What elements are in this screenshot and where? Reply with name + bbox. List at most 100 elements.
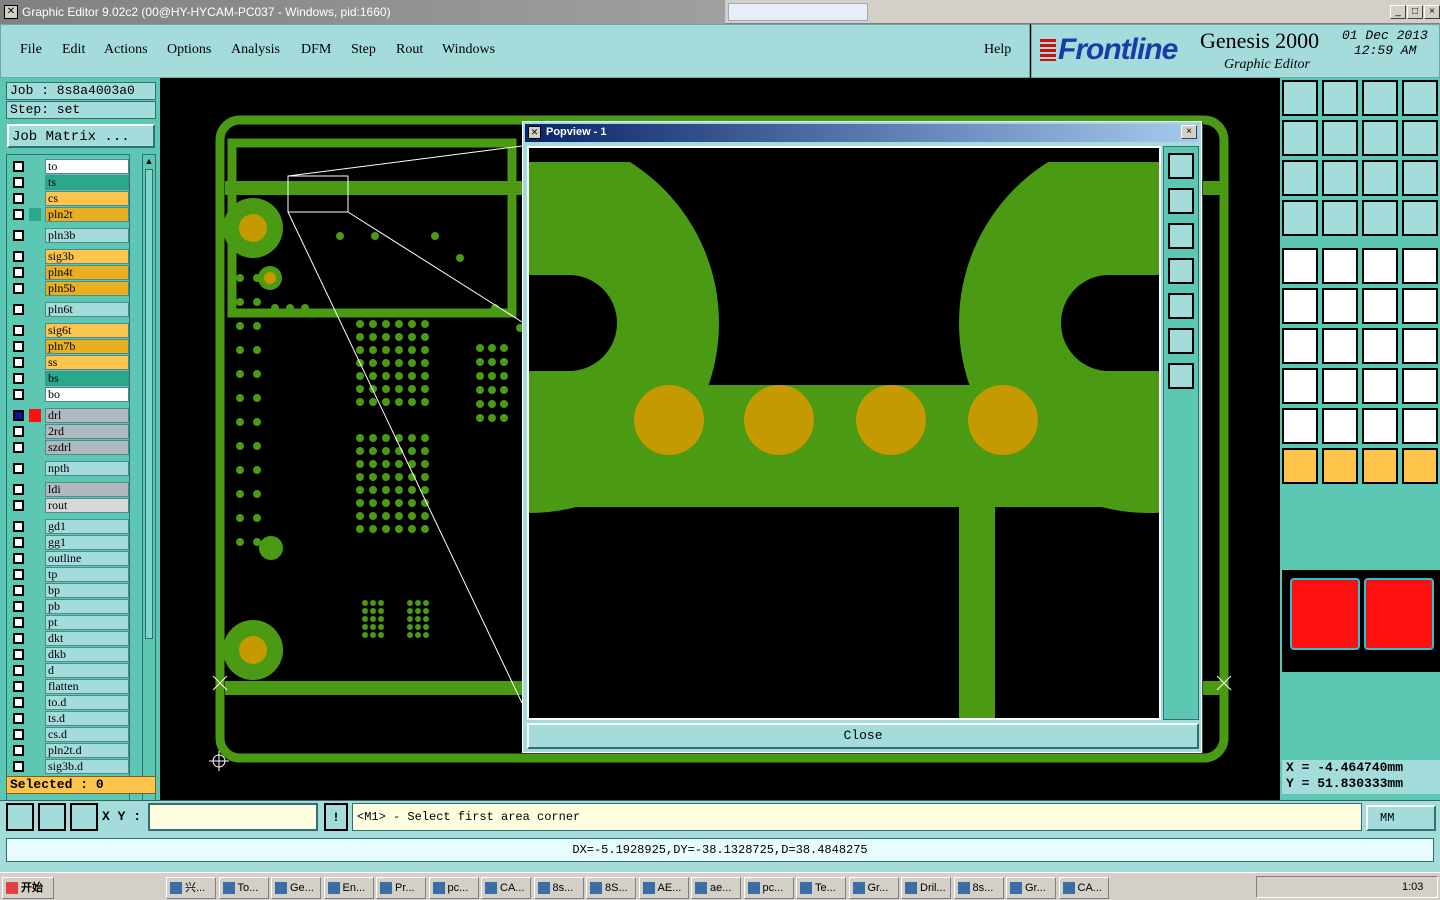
layer-name[interactable]: to.d: [45, 695, 129, 710]
layer-checkbox[interactable]: [13, 521, 24, 532]
layer-checkbox[interactable]: [13, 553, 24, 564]
cross-icon[interactable]: [1322, 288, 1358, 324]
layer-checkbox[interactable]: [13, 357, 24, 368]
layer-name[interactable]: gd1: [45, 519, 129, 534]
close-window-button[interactable]: ×: [1424, 5, 1440, 19]
layer-row[interactable]: gg1: [11, 535, 129, 550]
layer-name[interactable]: cs.d: [45, 727, 129, 742]
layer-name[interactable]: outline: [45, 551, 129, 566]
layer-name[interactable]: ldi: [45, 482, 129, 497]
popview-close-icon[interactable]: ×: [1181, 125, 1197, 139]
layer-row[interactable]: gd1: [11, 519, 129, 534]
pointer-icon[interactable]: [1282, 448, 1318, 484]
layer-checkbox[interactable]: [13, 537, 24, 548]
layer-checkbox[interactable]: [13, 500, 24, 511]
pv-up-icon[interactable]: [1168, 188, 1194, 214]
fill-icon[interactable]: [1322, 248, 1358, 284]
menu-actions[interactable]: Actions: [104, 42, 148, 58]
layer-name[interactable]: flatten: [45, 679, 129, 694]
arc-icon[interactable]: [1362, 328, 1398, 364]
panel-overview[interactable]: [1282, 570, 1440, 672]
taskbar-item[interactable]: 8s...: [953, 877, 1004, 899]
layer-checkbox[interactable]: [13, 161, 24, 172]
layer-row[interactable]: to: [11, 159, 129, 174]
layer-name[interactable]: pln5b: [45, 281, 129, 296]
taskbar-item[interactable]: En...: [323, 877, 374, 899]
layer-checkbox[interactable]: [13, 177, 24, 188]
layer-row[interactable]: d: [11, 663, 129, 678]
layer-row[interactable]: pln6t: [11, 302, 129, 317]
triangle-alt-icon[interactable]: [1322, 408, 1358, 444]
taskbar-item[interactable]: Dril...: [901, 877, 951, 899]
layer-row[interactable]: cs: [11, 191, 129, 206]
layer-name[interactable]: pln6t: [45, 302, 129, 317]
layer-checkbox[interactable]: [13, 304, 24, 315]
popview-canvas[interactable]: [527, 146, 1161, 720]
menu-step[interactable]: Step: [351, 42, 376, 58]
layer-checkbox[interactable]: [13, 251, 24, 262]
layer-name[interactable]: bo: [45, 387, 129, 402]
undo-icon[interactable]: [1362, 120, 1398, 156]
taskbar-item[interactable]: Gr...: [1006, 877, 1056, 899]
layer-row[interactable]: dkb: [11, 647, 129, 662]
layer-name[interactable]: ts.d: [45, 711, 129, 726]
menu-windows[interactable]: Windows: [442, 42, 495, 58]
layer-checkbox[interactable]: [13, 761, 24, 772]
layer-scrollbar[interactable]: ▲ ▼: [142, 154, 156, 846]
taskbar-item[interactable]: Gr...: [848, 877, 899, 899]
zoom-fit-icon[interactable]: [1322, 160, 1358, 196]
layer-checkbox[interactable]: [13, 665, 24, 676]
xy-input[interactable]: [148, 803, 318, 831]
taskbar-item[interactable]: 兴...: [166, 877, 216, 899]
layer-checkbox[interactable]: [13, 283, 24, 294]
copy-icon[interactable]: [1402, 368, 1438, 404]
taskbar-item[interactable]: 8s...: [533, 877, 584, 899]
layer-name[interactable]: ts: [45, 175, 129, 190]
layer-row[interactable]: pln4t: [11, 265, 129, 280]
quicklaunch-icons[interactable]: [62, 879, 142, 897]
layer-row[interactable]: sig6t: [11, 323, 129, 338]
maximize-button[interactable]: □: [1407, 5, 1423, 19]
layer-name[interactable]: pln3b: [45, 228, 129, 243]
pv-left-icon[interactable]: [1168, 258, 1194, 284]
layer-row[interactable]: pln5b: [11, 281, 129, 296]
layer-name[interactable]: pb: [45, 599, 129, 614]
menu-file[interactable]: File: [20, 42, 42, 58]
layer-row[interactable]: 2rd: [11, 424, 129, 439]
layer-checkbox[interactable]: [13, 230, 24, 241]
layer-checkbox[interactable]: [13, 209, 24, 220]
layer-checkbox[interactable]: [13, 325, 24, 336]
help-icon[interactable]: [1402, 160, 1438, 196]
line-red-icon[interactable]: [1322, 328, 1358, 364]
menu-rout[interactable]: Rout: [396, 42, 423, 58]
layer-name[interactable]: pln2t.d: [45, 743, 129, 758]
snap-icon[interactable]: [38, 803, 66, 831]
pv-right-icon[interactable]: [1168, 293, 1194, 319]
triangle-icon[interactable]: [1282, 408, 1318, 444]
layer-checkbox[interactable]: [13, 569, 24, 580]
layer-row[interactable]: sig3b: [11, 249, 129, 264]
pv-fit-icon[interactable]: [1168, 328, 1194, 354]
layer-name[interactable]: sig3b: [45, 249, 129, 264]
start-button[interactable]: 开始: [2, 877, 54, 899]
layer-checkbox[interactable]: [13, 442, 24, 453]
layer-name[interactable]: rout: [45, 498, 129, 513]
taskbar-item[interactable]: 8S...: [586, 877, 636, 899]
fit-icon[interactable]: [1282, 160, 1318, 196]
scale-one-to-two-icon[interactable]: [1362, 160, 1398, 196]
layer-name[interactable]: drl: [45, 408, 129, 423]
layer-name[interactable]: tp: [45, 567, 129, 582]
layer-row[interactable]: ts.d: [11, 711, 129, 726]
taskbar-item[interactable]: ae...: [691, 877, 741, 899]
layer-checkbox[interactable]: [13, 585, 24, 596]
layer-checkbox[interactable]: [13, 601, 24, 612]
layer-row[interactable]: sig3b.d: [11, 759, 129, 774]
layer-name[interactable]: sig6t: [45, 323, 129, 338]
layer-name[interactable]: pt: [45, 615, 129, 630]
layer-checkbox[interactable]: [13, 410, 24, 421]
taskbar-item[interactable]: pc...: [743, 877, 794, 899]
layer-checkbox[interactable]: [13, 745, 24, 756]
layer-checkbox[interactable]: [13, 426, 24, 437]
taskbar-item[interactable]: Te...: [796, 877, 846, 899]
taskbar-item[interactable]: pc...: [428, 877, 479, 899]
